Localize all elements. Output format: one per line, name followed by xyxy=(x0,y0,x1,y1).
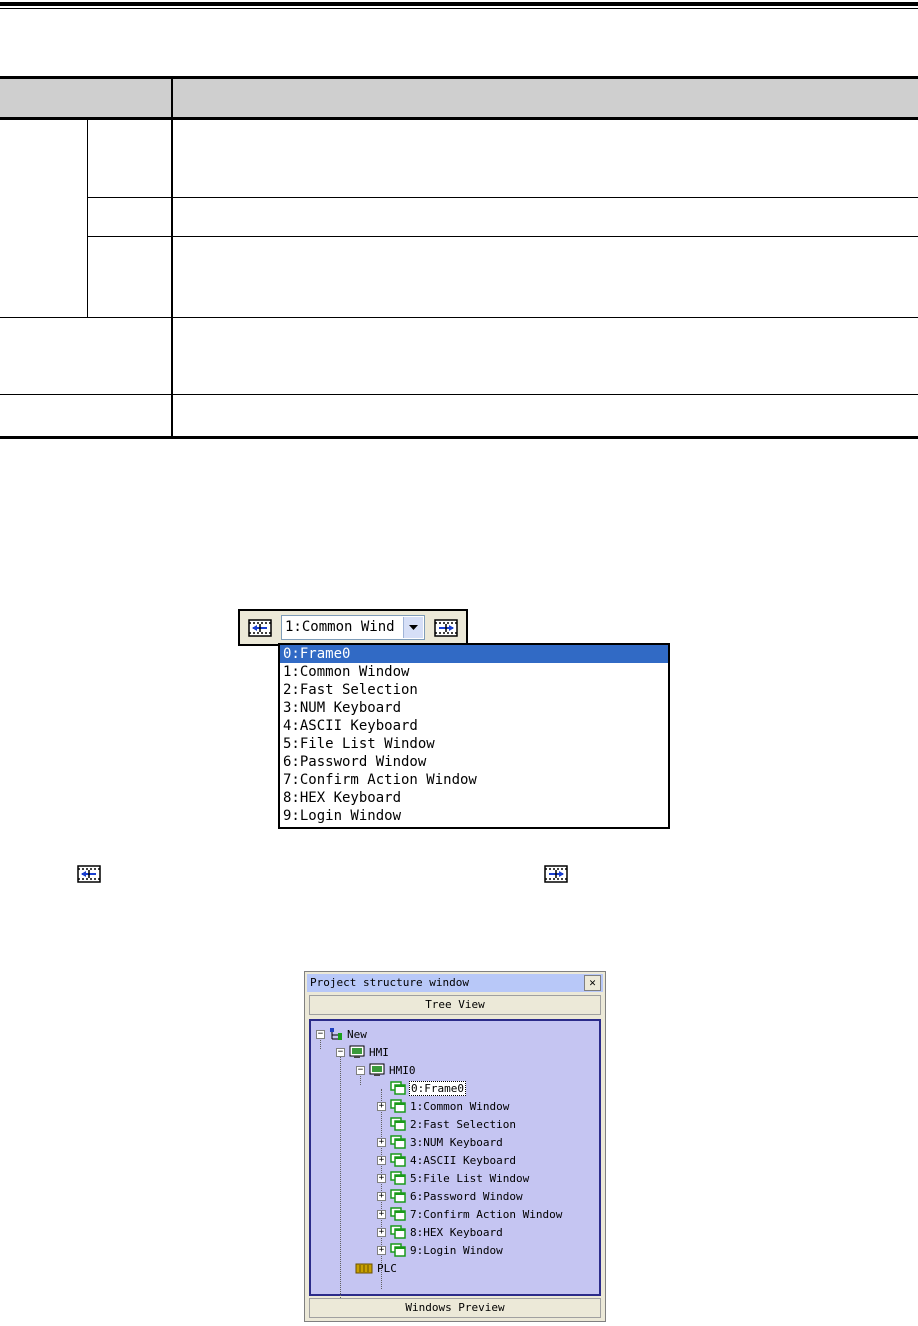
page-top-rule-thin xyxy=(0,8,918,9)
table-top-border xyxy=(0,76,918,79)
tree-node-label: 9:Login Window xyxy=(410,1243,503,1257)
window-selector-toolbar: 1:Common Wind xyxy=(238,609,468,646)
expand-icon[interactable]: + xyxy=(377,1245,386,1255)
dropdown-option[interactable]: 0:Frame0 xyxy=(280,645,668,663)
project-tree: − New − HMI − HMI0 0:Frame0 + 1:Common W… xyxy=(309,1019,601,1318)
window-icon xyxy=(390,1081,406,1095)
film-next-icon xyxy=(544,865,568,883)
tree-node-label: 0:Frame0 xyxy=(409,1080,466,1096)
tree-node-label: 8:HEX Keyboard xyxy=(410,1225,503,1239)
tree-node-window[interactable]: + 8:HEX Keyboard xyxy=(377,1223,504,1241)
dropdown-option[interactable]: 8:HEX Keyboard xyxy=(280,789,668,807)
project-root-icon xyxy=(330,1028,342,1040)
close-icon[interactable]: ✕ xyxy=(584,975,601,991)
table-bottom-border xyxy=(0,436,918,439)
page-top-rule xyxy=(0,2,918,6)
dropdown-option[interactable]: 6:Password Window xyxy=(280,753,668,771)
tab-windows-preview[interactable]: Windows Preview xyxy=(309,1298,601,1318)
film-next-icon[interactable] xyxy=(434,617,458,639)
tree-node-hmi[interactable]: − HMI xyxy=(336,1043,390,1061)
hmi-monitor-icon xyxy=(349,1045,365,1058)
table-header-border xyxy=(0,117,918,120)
tree-connector xyxy=(340,1053,341,1318)
window-icon xyxy=(390,1171,406,1185)
film-prev-icon xyxy=(77,865,101,883)
window-dropdown-list: 0:Frame0 1:Common Window 2:Fast Selectio… xyxy=(278,643,670,829)
chevron-down-icon[interactable] xyxy=(403,617,423,638)
window-icon xyxy=(390,1207,406,1221)
film-prev-icon[interactable] xyxy=(248,617,272,639)
tree-node-label: HMI0 xyxy=(389,1063,416,1077)
table-col-divider xyxy=(171,76,173,438)
window-icon xyxy=(390,1153,406,1167)
collapse-icon[interactable]: − xyxy=(316,1029,325,1039)
tree-node-label: HMI xyxy=(369,1045,389,1059)
tree-node-label: 6:Password Window xyxy=(410,1189,523,1203)
tree-node-window[interactable]: 0:Frame0 xyxy=(377,1079,466,1097)
tree-node-root[interactable]: − New xyxy=(316,1025,368,1043)
dropdown-option[interactable]: 3:NUM Keyboard xyxy=(280,699,668,717)
window-icon xyxy=(390,1225,406,1239)
tree-node-window[interactable]: + 4:ASCII Keyboard xyxy=(377,1151,517,1169)
dropdown-option[interactable]: 2:Fast Selection xyxy=(280,681,668,699)
expand-icon[interactable]: + xyxy=(377,1209,386,1219)
expand-icon[interactable]: + xyxy=(377,1101,386,1111)
window-icon xyxy=(390,1189,406,1203)
project-structure-window: Project structure window ✕ Tree View − N… xyxy=(304,971,606,1322)
window-select-value: 1:Common Wind xyxy=(285,619,395,635)
dropdown-option[interactable]: 4:ASCII Keyboard xyxy=(280,717,668,735)
table-subcol-divider xyxy=(87,118,88,318)
tree-node-label: New xyxy=(347,1027,367,1041)
window-icon xyxy=(390,1243,406,1257)
tree-node-window[interactable]: + 5:File List Window xyxy=(377,1169,530,1187)
collapse-icon[interactable]: − xyxy=(356,1065,365,1075)
tree-node-window[interactable]: + 7:Confirm Action Window xyxy=(377,1205,563,1223)
dropdown-option[interactable]: 5:File List Window xyxy=(280,735,668,753)
expand-icon[interactable]: + xyxy=(377,1155,386,1165)
tree-node-window[interactable]: 2:Fast Selection xyxy=(377,1115,517,1133)
tree-node-window[interactable]: + 3:NUM Keyboard xyxy=(377,1133,504,1151)
tree-node-plc[interactable]: PLC xyxy=(355,1259,398,1277)
table-row-line xyxy=(0,394,918,395)
tree-node-label: 4:ASCII Keyboard xyxy=(410,1153,516,1167)
expand-icon[interactable]: + xyxy=(377,1227,386,1237)
window-icon xyxy=(390,1099,406,1113)
tree-node-label: PLC xyxy=(377,1261,397,1275)
collapse-icon[interactable]: − xyxy=(336,1047,345,1057)
tree-node-label: 3:NUM Keyboard xyxy=(410,1135,503,1149)
dropdown-option[interactable]: 1:Common Window xyxy=(280,663,668,681)
expand-icon[interactable]: + xyxy=(377,1191,386,1201)
expand-icon[interactable]: + xyxy=(377,1137,386,1147)
dropdown-option[interactable]: 9:Login Window xyxy=(280,807,668,825)
window-title: Project structure window xyxy=(310,976,469,989)
tree-node-label: 2:Fast Selection xyxy=(410,1117,516,1131)
table-row-line xyxy=(88,197,918,198)
table-row-line xyxy=(0,317,918,318)
tree-node-hmi0[interactable]: − HMI0 xyxy=(356,1061,417,1079)
window-icon xyxy=(390,1117,406,1131)
table-row-line xyxy=(88,236,918,237)
hmi-monitor-icon xyxy=(369,1063,385,1076)
window-icon xyxy=(390,1135,406,1149)
tree-node-window[interactable]: + 9:Login Window xyxy=(377,1241,504,1259)
plc-icon xyxy=(355,1263,373,1274)
tree-node-window[interactable]: + 1:Common Window xyxy=(377,1097,510,1115)
tree-node-label: 5:File List Window xyxy=(410,1171,530,1185)
tree-node-window[interactable]: + 6:Password Window xyxy=(377,1187,524,1205)
tree-node-label: 1:Common Window xyxy=(410,1099,510,1113)
window-title-bar: Project structure window ✕ xyxy=(307,974,603,992)
expand-icon[interactable]: + xyxy=(377,1173,386,1183)
dropdown-option[interactable]: 7:Confirm Action Window xyxy=(280,771,668,789)
window-select[interactable]: 1:Common Wind xyxy=(281,615,425,640)
tree-node-label: 7:Confirm Action Window xyxy=(410,1207,563,1221)
table-header-row xyxy=(0,76,918,118)
tab-tree-view[interactable]: Tree View xyxy=(309,995,601,1015)
